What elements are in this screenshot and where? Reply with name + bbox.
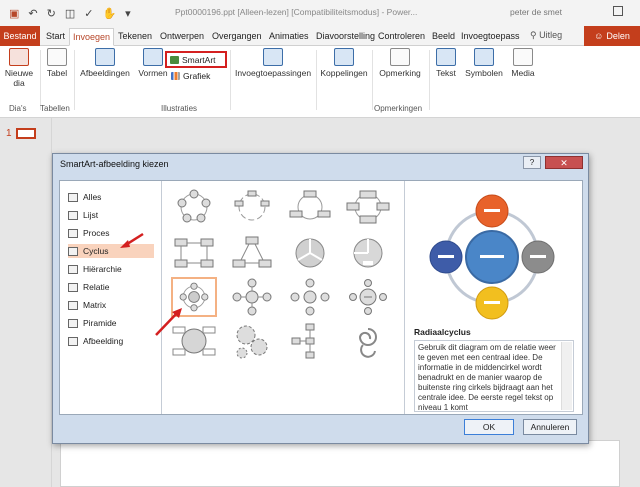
annotation-arrow-radial — [155, 311, 179, 336]
annotation-overlay — [120, 232, 182, 336]
annotation-arrowhead-cycle — [120, 240, 130, 248]
